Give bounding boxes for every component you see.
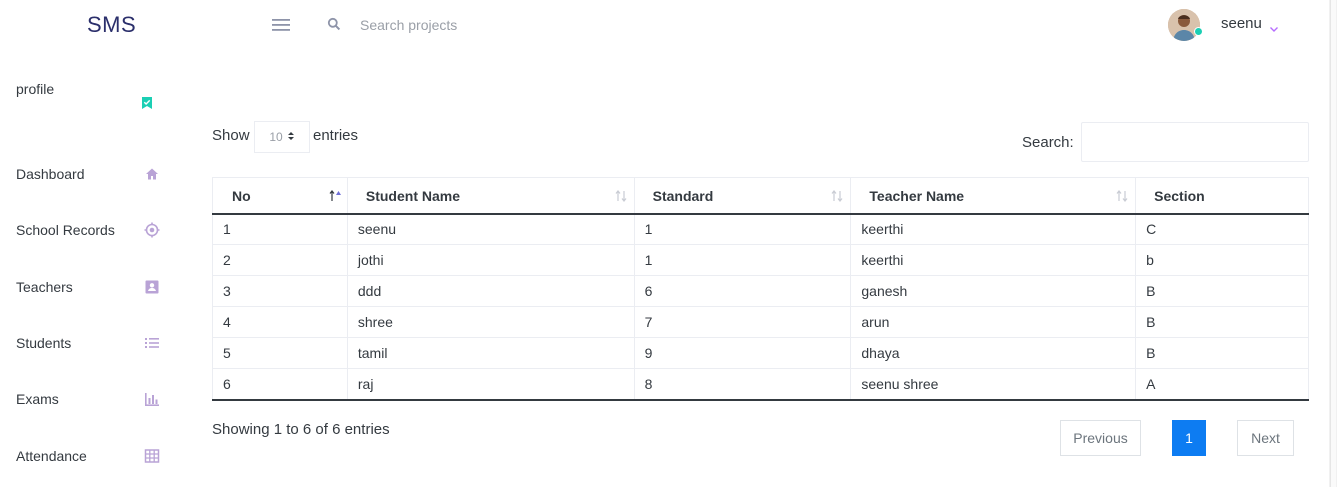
cell-no: 5: [212, 337, 348, 369]
sidebar-item-school-records[interactable]: School Records: [16, 219, 161, 241]
home-icon: [143, 165, 161, 183]
select-arrows-icon: [287, 130, 295, 144]
column-header-student-name[interactable]: Student Name: [346, 177, 635, 215]
cell-student-name: raj: [346, 368, 635, 401]
cell-section: C: [1135, 213, 1309, 245]
bar-chart-icon: [143, 390, 161, 408]
bookmark-check-icon: [140, 96, 154, 110]
sort-ascending-icon: [328, 189, 342, 203]
sidebar-item-attendance[interactable]: Attendance: [16, 445, 161, 467]
cell-standard: 1: [633, 213, 851, 245]
table-row[interactable]: 1 seenu 1 keerthi C: [212, 213, 1309, 245]
table-row[interactable]: 4 shree 7 arun B: [212, 306, 1309, 338]
avatar[interactable]: [1168, 9, 1200, 41]
sort-both-icon: [1115, 189, 1129, 203]
cell-student-name: jothi: [346, 244, 635, 276]
cell-student-name: tamil: [346, 337, 635, 369]
hamburger-menu-icon[interactable]: [272, 18, 290, 32]
cell-no: 1: [212, 213, 348, 245]
show-label: Show: [212, 127, 250, 144]
cell-no: 3: [212, 275, 348, 307]
cell-teacher-name: dhaya: [850, 337, 1136, 369]
cell-teacher-name: ganesh: [850, 275, 1136, 307]
cell-student-name: shree: [346, 306, 635, 338]
sidebar-item-teachers[interactable]: Teachers: [16, 276, 161, 298]
table-header-row: No Student Name Standard Teacher Name Se…: [212, 177, 1309, 215]
entries-label: entries: [313, 127, 359, 144]
sidebar: SMS profile Dashboard School Records Tea…: [0, 0, 175, 487]
sidebar-item-label: Attendance: [16, 448, 87, 464]
page-scrollbar[interactable]: [1329, 0, 1337, 487]
sidebar-item-exams[interactable]: Exams: [16, 388, 161, 410]
cell-section: b: [1135, 244, 1309, 276]
chevron-down-icon[interactable]: [1269, 20, 1279, 32]
column-header-teacher-name[interactable]: Teacher Name: [850, 177, 1136, 215]
column-header-label: Section: [1154, 188, 1205, 204]
column-header-label: Standard: [652, 188, 714, 204]
cell-student-name: ddd: [346, 275, 635, 307]
cell-teacher-name: keerthi: [850, 213, 1136, 245]
column-header-no[interactable]: No: [212, 177, 348, 215]
column-header-label: Student Name: [365, 188, 460, 204]
cell-no: 6: [212, 368, 348, 401]
table-row[interactable]: 5 tamil 9 dhaya B: [212, 337, 1309, 369]
brand-logo[interactable]: SMS: [87, 12, 136, 38]
cell-standard: 9: [633, 337, 851, 369]
pagination-page-1-button[interactable]: 1: [1172, 420, 1206, 456]
top-navbar: seenu: [175, 0, 1329, 50]
sidebar-item-label: Dashboard: [16, 166, 85, 182]
sidebar-item-label: Exams: [16, 391, 59, 407]
students-table: No Student Name Standard Teacher Name Se…: [212, 177, 1309, 401]
cell-standard: 7: [633, 306, 851, 338]
search-icon: [327, 17, 341, 31]
table-row[interactable]: 2 jothi 1 keerthi b: [212, 244, 1309, 276]
entries-length-select[interactable]: 10: [254, 121, 310, 153]
pagination-next-button[interactable]: Next: [1237, 420, 1294, 456]
scrollbar-thumb[interactable]: [1330, 0, 1336, 487]
app: SMS profile Dashboard School Records Tea…: [0, 0, 1337, 487]
cell-student-name: seenu: [346, 213, 635, 245]
username[interactable]: seenu: [1221, 15, 1262, 32]
table-search-input[interactable]: [1081, 122, 1309, 162]
table-search-label: Search:: [1022, 134, 1074, 151]
sidebar-item-label: Teachers: [16, 279, 73, 295]
table-row[interactable]: 6 raj 8 seenu shree A: [212, 368, 1309, 401]
sidebar-item-label: School Records: [16, 222, 115, 238]
column-header-standard[interactable]: Standard: [633, 177, 851, 215]
column-header-section[interactable]: Section: [1135, 177, 1309, 215]
sidebar-item-students[interactable]: Students: [16, 332, 161, 354]
sort-both-icon: [830, 189, 844, 203]
cell-standard: 8: [633, 368, 851, 401]
cell-section: B: [1135, 275, 1309, 307]
online-status-dot: [1194, 27, 1203, 36]
list-icon: [143, 334, 161, 352]
sidebar-item-dashboard[interactable]: Dashboard: [16, 163, 161, 185]
table-info: Showing 1 to 6 of 6 entries: [212, 421, 390, 438]
cell-teacher-name: seenu shree: [850, 368, 1136, 401]
crosshair-icon: [143, 221, 161, 239]
cell-teacher-name: arun: [850, 306, 1136, 338]
column-header-label: No: [232, 188, 251, 204]
cell-no: 4: [212, 306, 348, 338]
cell-section: B: [1135, 337, 1309, 369]
contact-card-icon: [143, 278, 161, 296]
column-header-label: Teacher Name: [869, 188, 965, 204]
search-projects-input[interactable]: [360, 14, 610, 36]
cell-standard: 6: [633, 275, 851, 307]
cell-section: B: [1135, 306, 1309, 338]
sort-both-icon: [614, 189, 628, 203]
cell-no: 2: [212, 244, 348, 276]
pagination-previous-button[interactable]: Previous: [1060, 420, 1141, 456]
grid-table-icon: [143, 447, 161, 465]
cell-standard: 1: [633, 244, 851, 276]
sidebar-item-label: Students: [16, 335, 72, 351]
table-row[interactable]: 3 ddd 6 ganesh B: [212, 275, 1309, 307]
cell-section: A: [1135, 368, 1309, 401]
cell-teacher-name: keerthi: [850, 244, 1136, 276]
entries-length-value: 10: [269, 130, 283, 144]
sidebar-profile-link[interactable]: profile: [16, 81, 54, 97]
